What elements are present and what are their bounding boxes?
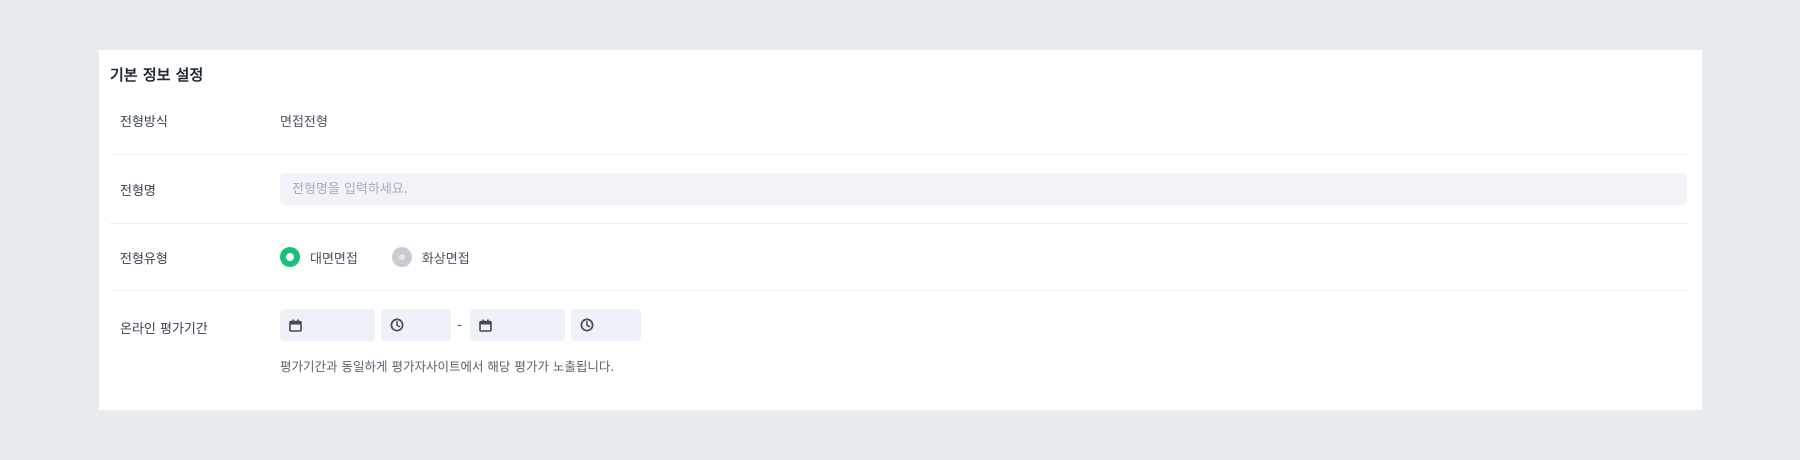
clock-icon <box>390 318 404 332</box>
radio-unchecked-icon[interactable] <box>391 247 412 267</box>
calendar-icon <box>478 319 492 332</box>
end-time-picker[interactable] <box>570 309 641 341</box>
calendar-icon <box>289 319 302 332</box>
radio-video-interview[interactable]: 화상면접 <box>391 247 470 267</box>
method-row: 전형방식 면접전형 <box>110 87 1687 155</box>
section-title: 기본 정보 설정 <box>110 66 204 84</box>
period-separator: - <box>457 317 462 333</box>
method-value: 면접전형 <box>280 115 328 130</box>
clock-icon <box>580 318 594 332</box>
method-label: 전형방식 <box>120 115 168 130</box>
period-help-text: 평가기간과 동일하게 평가자사이트에서 해당 평가가 노출됩니다. <box>280 359 615 374</box>
radio-label[interactable]: 화상면접 <box>422 248 470 267</box>
type-radio-group: 대면면접 화상면접 <box>280 247 1687 267</box>
name-input[interactable] <box>280 173 1687 205</box>
basic-info-card: 기본 정보 설정 전형방식 면접전형 전형명 전형유형 대면면접 화상면접 온라… <box>99 50 1702 410</box>
name-row: 전형명 <box>110 155 1687 224</box>
radio-checked-icon[interactable] <box>280 247 300 267</box>
start-time-picker[interactable] <box>381 309 451 341</box>
end-date-picker[interactable] <box>469 309 565 341</box>
name-label: 전형명 <box>120 183 156 199</box>
radio-label[interactable]: 대면면접 <box>310 248 358 267</box>
radio-offline-interview[interactable]: 대면면접 <box>280 247 358 267</box>
period-label: 온라인 평가기간 <box>120 322 208 337</box>
period-row: 온라인 평가기간 - 평가기간과 동일하게 평가자사이트에서 해당 평가가 노출… <box>110 291 1687 395</box>
type-label: 전형유형 <box>120 251 168 267</box>
start-date-picker[interactable] <box>280 309 375 341</box>
period-pickers: - <box>280 309 1687 341</box>
type-row: 전형유형 대면면접 화상면접 <box>110 224 1687 291</box>
